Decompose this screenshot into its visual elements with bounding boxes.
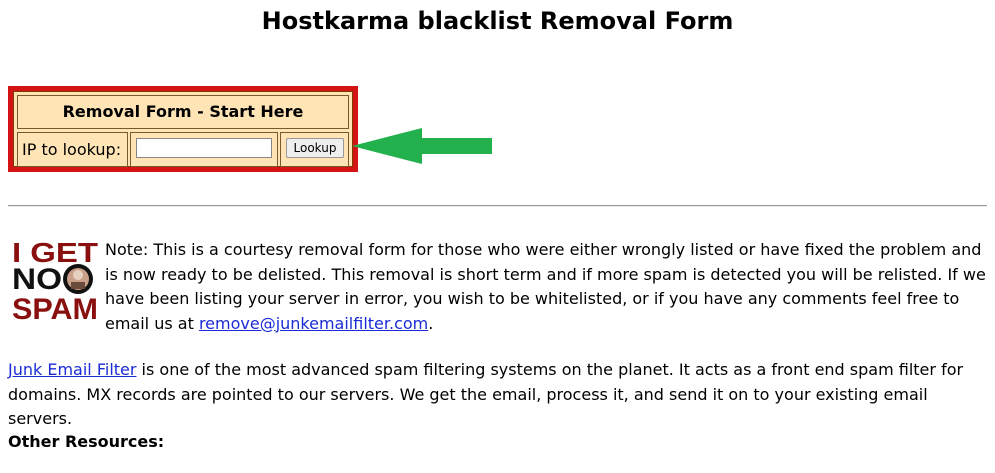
intro-paragraph: Junk Email Filter is one of the most adv… bbox=[8, 358, 987, 432]
courtesy-note: Note: This is a courtesy removal form fo… bbox=[105, 238, 987, 336]
logo-line3: SPAM bbox=[12, 293, 98, 321]
ip-input-cell bbox=[130, 132, 278, 167]
ip-label: IP to lookup: bbox=[17, 132, 128, 167]
page-title: Hostkarma blacklist Removal Form bbox=[261, 7, 734, 35]
green-arrow-icon bbox=[352, 128, 492, 164]
email-link[interactable]: remove@junkemailfilter.com bbox=[199, 314, 428, 333]
lookup-button[interactable]: Lookup bbox=[286, 138, 344, 158]
ip-input[interactable] bbox=[136, 138, 272, 158]
form-heading: Removal Form - Start Here bbox=[17, 95, 349, 129]
other-resources-heading: Other Resources: bbox=[8, 432, 165, 451]
i-get-no-spam-logo: I GET NO SPAM bbox=[12, 237, 98, 321]
removal-form-table: Removal Form - Start Here IP to lookup: … bbox=[13, 91, 353, 167]
divider bbox=[8, 205, 987, 207]
junk-email-filter-link[interactable]: Junk Email Filter bbox=[8, 360, 136, 379]
removal-form: Removal Form - Start Here IP to lookup: … bbox=[8, 86, 358, 172]
logo-line2: NO bbox=[12, 263, 62, 296]
note-end: . bbox=[428, 313, 434, 333]
intro-text: is one of the most advanced spam filteri… bbox=[8, 360, 964, 428]
lookup-button-cell: Lookup bbox=[280, 132, 349, 167]
